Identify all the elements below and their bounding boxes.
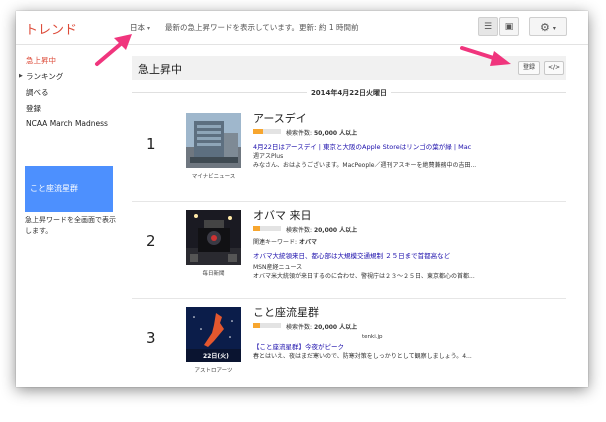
update-status: 最新の急上昇ワードを表示しています。更新: 約 1 時間前 — [165, 23, 359, 32]
sidebar-item-label: ランキング — [26, 72, 64, 81]
trends-window: トレンド 日本 ▾ 最新の急上昇ワードを表示しています。更新: 約 1 時間前 ☰… — [16, 11, 588, 387]
list-view-button[interactable]: ☰ — [478, 17, 498, 36]
volume-prefix: 検索件数: — [286, 324, 314, 331]
trend-thumbnail[interactable] — [186, 113, 241, 168]
sidebar-item-ranking[interactable]: ランキング — [26, 71, 63, 82]
sidebar-item-explore[interactable]: 調べる — [26, 87, 49, 98]
volume-text: 検索件数: 20,000 人以上 — [286, 322, 357, 331]
sidebar: 急上昇中 ランキング ▶ 調べる 登録 NCAA March Madness こ… — [16, 45, 128, 387]
region-label: 日本 — [130, 23, 145, 32]
chevron-down-icon: ▾ — [552, 24, 556, 32]
article-source: 週アスPlus — [253, 153, 284, 160]
news-headline-link[interactable]: オバマ大統領来日、都心部は大規模交通規制 ２５日まで首都高など — [253, 250, 450, 260]
trend-keyword[interactable]: こと座流星群 — [253, 304, 319, 320]
grid-icon: ▣ — [504, 22, 514, 32]
image-source: 毎日新聞 — [202, 271, 225, 277]
related-label: 関連キーワード: — [253, 239, 299, 246]
grid-view-button[interactable]: ▣ — [499, 17, 519, 36]
date-text: 2014年4月22日火曜日 — [306, 89, 392, 97]
article-snippet: 春とはいえ、夜はまだ寒いので、防寒対策をしっかりとして観察しましょう。4... — [253, 353, 472, 360]
sidebar-item-trending[interactable]: 急上昇中 — [26, 55, 56, 66]
chevron-down-icon: ▾ — [147, 25, 151, 32]
related-keywords: 関連キーワード: オバマ — [253, 237, 317, 246]
date-row: 2014年4月22日火曜日 — [132, 81, 566, 103]
fullscreen-promo[interactable]: こと座流星群 — [25, 166, 113, 212]
settings-button[interactable]: ⚙ ▾ — [529, 17, 567, 36]
volume-bar-fill — [253, 226, 260, 231]
volume-value: 20,000 人以上 — [313, 227, 358, 234]
volume-bar-fill — [253, 323, 260, 328]
volume-value: 20,000 人以上 — [313, 324, 358, 331]
volume-value: 50,000 人以上 — [313, 130, 358, 137]
trend-thumbnail[interactable] — [186, 210, 241, 265]
volume-bar — [253, 129, 281, 134]
news-headline-link[interactable]: 4月22日はアースデイ | 東京と大阪のApple Storeはリンゴの葉が緑 … — [253, 141, 471, 151]
list-icon: ☰ — [483, 22, 493, 32]
sidebar-item-ncaa[interactable]: NCAA March Madness — [26, 119, 108, 128]
app-title[interactable]: トレンド — [25, 19, 77, 38]
embed-button[interactable]: </> — [544, 61, 564, 75]
related-value[interactable]: オバマ — [299, 239, 317, 246]
news-headline-link[interactable]: 【こと座流星群】今夜がピーク — [253, 341, 344, 351]
article-source: tenki.jp — [362, 334, 383, 340]
trend-thumbnail[interactable]: 22日(火) — [186, 307, 241, 362]
top-bar: トレンド 日本 ▾ 最新の急上昇ワードを表示しています。更新: 約 1 時間前 ☰… — [16, 11, 588, 45]
trend-rank: 3 — [146, 329, 156, 347]
trend-item[interactable]: 2 毎日新聞 オバマ 来日 検索件数: 20,000 人以上 関連キーワード: … — [132, 202, 566, 299]
trend-keyword[interactable]: オバマ 来日 — [253, 207, 312, 223]
volume-bar-fill — [253, 129, 263, 134]
promo-label: こと座流星群 — [30, 184, 78, 193]
promo-description: 急上昇ワードを全画面で表示します。 — [25, 216, 116, 235]
trend-rank: 2 — [146, 232, 156, 250]
volume-text: 検索件数: 20,000 人以上 — [286, 225, 357, 234]
image-source: アストロアーツ — [194, 368, 233, 374]
section-header: 急上昇中 登録 </> — [132, 56, 566, 80]
article-snippet: みなさん、おはようございます。MacPeople／週刊アスキーを絶賛兼務中の吉田… — [253, 162, 477, 169]
expand-arrow-icon[interactable]: ▶ — [19, 73, 23, 79]
image-source: マイナビニュース — [191, 174, 236, 180]
sidebar-item-subscribe[interactable]: 登録 — [26, 103, 41, 114]
trend-rank: 1 — [146, 135, 156, 153]
date-label: 2014年4月22日火曜日 — [132, 88, 566, 98]
gear-icon: ⚙ — [540, 21, 550, 34]
trend-item[interactable]: 1 マイナビニュース アースデイ 検索件数: 50,000 人以上 4月22日は… — [132, 105, 566, 202]
trend-keyword[interactable]: アースデイ — [253, 110, 307, 126]
article-source: MSN産経ニュース — [253, 264, 303, 271]
volume-prefix: 検索件数: — [286, 227, 314, 234]
article-snippet: オバマ米大統領が来日するのに合わせ、警視庁は２３～２５日、東京都心の首都... — [253, 273, 475, 280]
trend-item[interactable]: 3 22日(火) アストロアーツ こと座流星群 検索件数: 20,000 人以上… — [132, 299, 566, 387]
volume-text: 検索件数: 50,000 人以上 — [286, 128, 357, 137]
register-button[interactable]: 登録 — [518, 61, 540, 75]
thumbnail-date: 22日(火) — [203, 353, 229, 360]
section-title: 急上昇中 — [138, 63, 182, 76]
volume-prefix: 検索件数: — [286, 130, 314, 137]
region-select[interactable]: 日本 ▾ — [130, 22, 150, 33]
volume-bar — [253, 226, 281, 231]
volume-bar — [253, 323, 281, 328]
